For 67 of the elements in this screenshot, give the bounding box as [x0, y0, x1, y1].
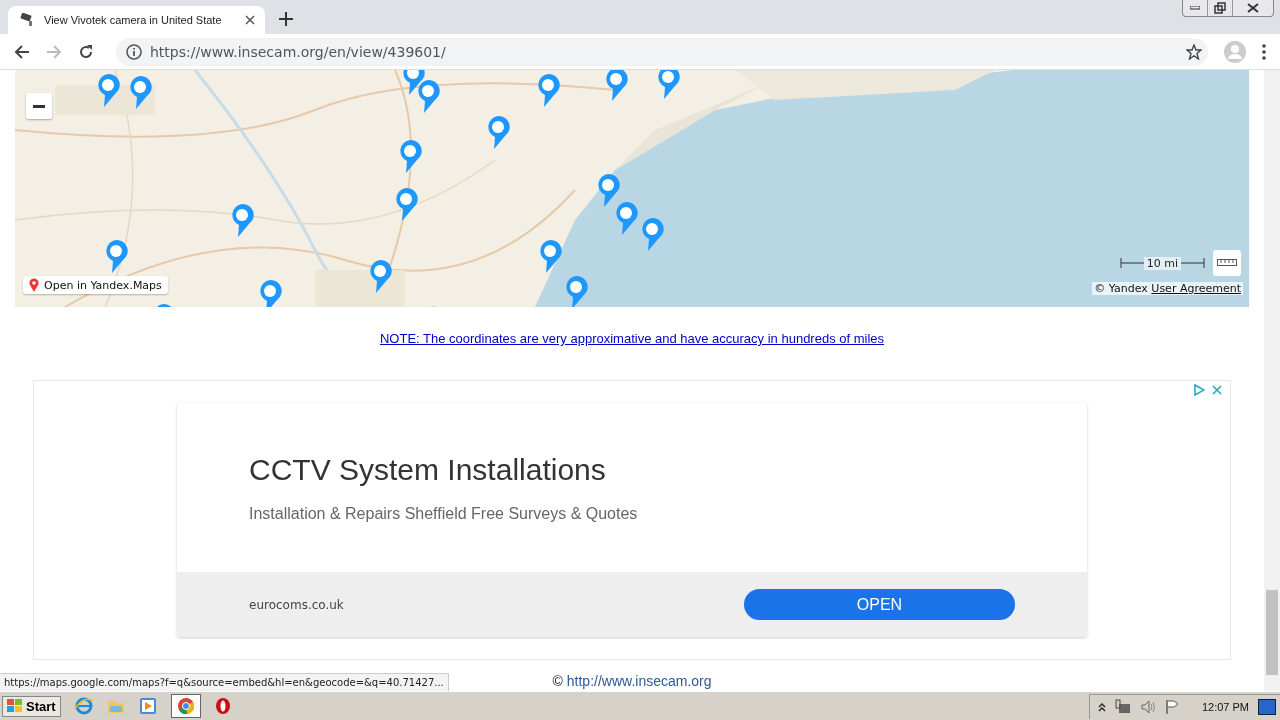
- browser-tab[interactable]: View Vivotek camera in United State: [8, 6, 265, 34]
- chevron-up-icon[interactable]: [1097, 701, 1106, 712]
- map-marker-icon[interactable]: [415, 78, 441, 114]
- chrome-taskbar-button[interactable]: [170, 694, 201, 718]
- flag-icon[interactable]: [1164, 698, 1179, 715]
- star-icon[interactable]: [1186, 43, 1202, 60]
- profile-avatar-icon[interactable]: [1224, 40, 1246, 63]
- reload-icon[interactable]: [78, 43, 94, 60]
- minimize-icon: [1190, 6, 1200, 10]
- close-icon[interactable]: [245, 15, 255, 25]
- map-marker-icon[interactable]: [563, 274, 589, 307]
- scrollbar[interactable]: [1264, 70, 1280, 691]
- map-marker-icon[interactable]: [367, 258, 393, 294]
- map-marker-icon[interactable]: [613, 200, 639, 236]
- ad-choices-icon[interactable]: [1194, 384, 1205, 396]
- speaker-icon[interactable]: [1139, 698, 1156, 715]
- network-icon[interactable]: [1114, 698, 1131, 715]
- status-url: https://maps.google.com/maps?f=q&source=embed&hl=en&geocode=&q=40.71427...: [0, 673, 449, 691]
- map-pin-icon: [29, 278, 39, 292]
- show-desktop-button[interactable]: [1258, 698, 1276, 715]
- map-marker-icon[interactable]: [595, 172, 621, 208]
- open-in-maps-button[interactable]: Open in Yandex.Maps: [23, 276, 168, 294]
- map-marker-icon[interactable]: [103, 238, 129, 274]
- map-marker-icon[interactable]: [639, 216, 665, 252]
- close-icon: [1247, 3, 1259, 13]
- map-marker-icon[interactable]: [397, 138, 423, 174]
- map-marker-icon[interactable]: [257, 278, 283, 307]
- address-bar[interactable]: https://www.insecam.org/en/view/439601/: [116, 37, 1208, 66]
- map-marker-icon[interactable]: [603, 70, 629, 102]
- menu-icon[interactable]: [1262, 43, 1266, 60]
- scale-bar-line: [1181, 258, 1205, 268]
- ruler-button[interactable]: [1213, 250, 1241, 276]
- map-marker-icon[interactable]: [537, 238, 563, 274]
- copyright-symbol: ©: [552, 673, 563, 689]
- ad-subtitle: Installation & Repairs Sheffield Free Surveys & Quotes: [249, 505, 639, 523]
- map-marker-icon[interactable]: [393, 186, 419, 222]
- browser-e-icon[interactable]: [74, 697, 93, 715]
- minus-icon: [33, 104, 45, 108]
- windows-logo-icon: [7, 699, 23, 713]
- new-tab-icon[interactable]: [279, 12, 293, 26]
- scale-bar-line: [1119, 258, 1144, 268]
- map-marker-icon[interactable]: [485, 114, 511, 150]
- map-marker-icon[interactable]: [95, 72, 121, 108]
- map-marker-icon[interactable]: [127, 74, 153, 110]
- map-marker-icon[interactable]: [229, 202, 255, 238]
- forward-icon[interactable]: [46, 43, 62, 60]
- clock[interactable]: 12:07 PM: [1201, 700, 1249, 713]
- user-agreement-link[interactable]: User Agreement: [1151, 282, 1241, 295]
- media-player-icon[interactable]: [138, 697, 157, 715]
- note-link[interactable]: NOTE: The coordinates are very approximative and have accuracy in hundreds of miles: [379, 331, 885, 355]
- site-link[interactable]: http://www.insecam.org: [566, 673, 712, 689]
- scale-label: 10 mi: [1143, 256, 1181, 270]
- zoom-out-button[interactable]: [26, 93, 52, 119]
- map-marker-icon[interactable]: [655, 70, 681, 100]
- start-button[interactable]: Start: [2, 695, 61, 717]
- open-button[interactable]: OPEN: [744, 589, 1015, 620]
- back-icon[interactable]: [14, 43, 30, 60]
- ruler-icon: [1217, 259, 1237, 267]
- scrollbar-thumb[interactable]: [1266, 590, 1278, 675]
- chrome-icon: [177, 698, 194, 714]
- opera-icon[interactable]: [214, 697, 231, 715]
- ad-title[interactable]: CCTV System Installations: [249, 453, 1087, 487]
- restore-icon: [1214, 2, 1226, 14]
- ad-domain: eurocoms.co.uk: [249, 597, 344, 612]
- info-icon: [126, 43, 142, 60]
- map-marker-icon[interactable]: [535, 72, 561, 108]
- copyright-text: © Yandex: [1094, 282, 1148, 295]
